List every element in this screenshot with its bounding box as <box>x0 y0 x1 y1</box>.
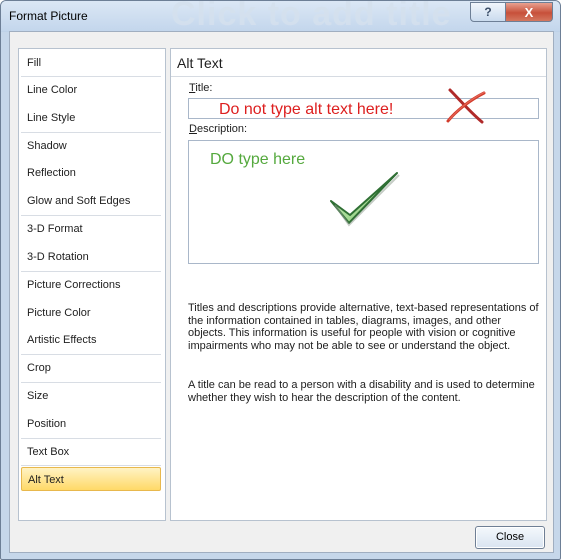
dialog-client-area: Fill Line Color Line Style Shadow Reflec… <box>9 31 554 553</box>
sidebar-item-size[interactable]: Size <box>21 384 161 408</box>
sidebar-separator <box>21 215 161 216</box>
sidebar-item-picture-color[interactable]: Picture Color <box>21 301 161 325</box>
format-picture-dialog: Click to add title Format Picture ? X Fi… <box>0 0 561 560</box>
sidebar-separator <box>21 354 161 355</box>
sidebar-separator <box>21 76 161 77</box>
description-input-value: DO type here <box>210 151 306 168</box>
sidebar-item-fill[interactable]: Fill <box>21 51 161 75</box>
help-icon: ? <box>484 5 492 19</box>
description-field-label: Description: <box>189 123 247 135</box>
sidebar-item-reflection[interactable]: Reflection <box>21 161 161 185</box>
title-input-value: Do not type alt text here! <box>219 101 394 118</box>
title-label-text: itle: <box>195 82 213 94</box>
sidebar-item-crop[interactable]: Crop <box>21 356 161 380</box>
sidebar-item-artistic-effects[interactable]: Artistic Effects <box>21 328 161 352</box>
sidebar-item-glow-soft-edges[interactable]: Glow and Soft Edges <box>21 189 161 213</box>
panel-header: Alt Text <box>171 49 546 77</box>
dialog-title: Format Picture <box>9 9 88 23</box>
alt-text-panel: Alt Text Title: Do not type alt text her… <box>170 48 547 521</box>
sidebar-item-line-style[interactable]: Line Style <box>21 106 161 130</box>
title-field-label: Title: <box>189 82 212 94</box>
sidebar-item-3d-rotation[interactable]: 3-D Rotation <box>21 245 161 269</box>
description-label-mnemonic: D <box>189 123 197 135</box>
sidebar-item-3d-format[interactable]: 3-D Format <box>21 217 161 241</box>
close-icon: X <box>524 4 534 20</box>
sidebar-separator <box>21 382 161 383</box>
close-button[interactable]: Close <box>475 526 545 549</box>
window-close-button[interactable]: X <box>505 2 553 22</box>
category-list: Fill Line Color Line Style Shadow Reflec… <box>18 48 166 521</box>
help-button[interactable]: ? <box>470 2 506 22</box>
sidebar-item-line-color[interactable]: Line Color <box>21 78 161 102</box>
green-check-mark-icon <box>330 172 400 227</box>
sidebar-item-picture-corrections[interactable]: Picture Corrections <box>21 273 161 297</box>
red-x-mark-icon <box>446 88 486 124</box>
sidebar-item-alt-text[interactable]: Alt Text <box>21 467 161 491</box>
sidebar-item-text-box[interactable]: Text Box <box>21 440 161 464</box>
description-label-text: escription: <box>196 123 248 135</box>
panel-title: Alt Text <box>177 55 223 71</box>
help-paragraph-2: A title can be read to a person with a d… <box>188 379 535 404</box>
title-bar[interactable]: Click to add title Format Picture ? X <box>1 0 560 33</box>
sidebar-item-shadow[interactable]: Shadow <box>21 134 161 158</box>
sidebar-item-position[interactable]: Position <box>21 412 161 436</box>
description-input[interactable]: DO type here <box>188 140 539 264</box>
sidebar-separator <box>21 438 161 439</box>
sidebar-separator <box>21 465 161 466</box>
help-paragraph-1: Titles and descriptions provide alternat… <box>188 302 539 352</box>
sidebar-separator <box>21 132 161 133</box>
background-slide-placeholder: Click to add title <box>171 0 452 33</box>
sidebar-separator <box>21 271 161 272</box>
